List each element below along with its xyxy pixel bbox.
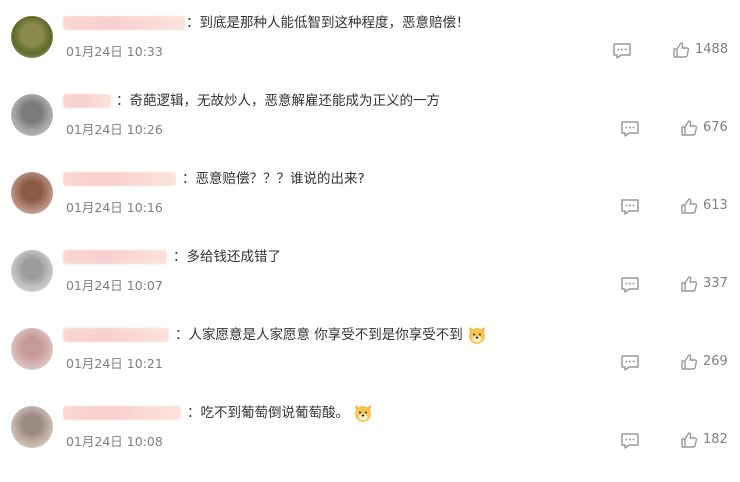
- like-count: 182: [703, 432, 728, 447]
- like-count: 676: [703, 120, 728, 135]
- like-button[interactable]: 676: [680, 119, 728, 137]
- username-redacted[interactable]: [63, 94, 111, 108]
- username-redacted[interactable]: [63, 172, 176, 186]
- like-button[interactable]: 613: [680, 197, 728, 215]
- comment-item: ：到底是那种人能低智到这种程度，恶意赔偿！ 01月24日 10:33 1488: [0, 14, 740, 92]
- comment-text: ：多给钱还成错了: [173, 247, 281, 267]
- comment-text: ：奇葩逻辑，无故炒人，恶意解雇还能成为正义的一方: [116, 91, 440, 111]
- comment-body: ：多给钱还成错了: [173, 249, 281, 265]
- comment-time: 01月24日 10:08: [66, 434, 163, 449]
- comment-item: ：恶意赔偿？？？谁说的出来? 01月24日 10:16 613: [0, 170, 740, 248]
- comment-body: ：人家愿意是人家愿意 你享受不到是你享受不到: [175, 327, 463, 343]
- username-redacted[interactable]: [63, 406, 181, 420]
- avatar[interactable]: [11, 250, 53, 292]
- comment-body: ：恶意赔偿？？？谁说的出来?: [182, 171, 365, 187]
- avatar[interactable]: [11, 406, 53, 448]
- comment-bubble-icon[interactable]: [612, 42, 632, 60]
- comment-item: ：人家愿意是人家愿意 你享受不到是你享受不到 01月24日 10:21 269: [0, 326, 740, 404]
- comment-text: ：吃不到葡萄倒说葡萄酸。: [187, 403, 373, 423]
- thumbs-up-icon: [681, 354, 698, 370]
- like-button[interactable]: 269: [680, 353, 728, 371]
- comment-time: 01月24日 10:07: [66, 278, 163, 293]
- thumbs-up-icon: [681, 432, 698, 448]
- comment-bubble-icon[interactable]: [620, 120, 640, 138]
- thumbs-up-icon: [673, 42, 690, 58]
- username-redacted[interactable]: [63, 16, 185, 30]
- like-count: 1488: [695, 42, 729, 57]
- like-count: 269: [703, 354, 728, 369]
- thumbs-up-icon: [681, 276, 698, 292]
- like-button[interactable]: 337: [680, 275, 728, 293]
- comment-time: 01月24日 10:16: [66, 200, 163, 215]
- comment-body: ：吃不到葡萄倒说葡萄酸。: [187, 405, 349, 421]
- comment-item: ：奇葩逻辑，无故炒人，恶意解雇还能成为正义的一方 01月24日 10:26 67…: [0, 92, 740, 170]
- avatar[interactable]: [11, 94, 53, 136]
- comment-bubble-icon[interactable]: [620, 198, 640, 216]
- comment-bubble-icon[interactable]: [620, 354, 640, 372]
- avatar[interactable]: [11, 328, 53, 370]
- comment-body: ：到底是那种人能低智到这种程度，恶意赔偿！: [186, 15, 470, 31]
- like-button[interactable]: 1488: [672, 41, 728, 59]
- like-button[interactable]: 182: [680, 431, 728, 449]
- comment-bubble-icon[interactable]: [620, 276, 640, 294]
- thumbs-up-icon: [681, 120, 698, 136]
- thumbs-up-icon: [681, 198, 698, 214]
- like-count: 337: [703, 276, 728, 291]
- comment-list: ：到底是那种人能低智到这种程度，恶意赔偿！ 01月24日 10:33 1488 …: [0, 0, 740, 468]
- comment-item: ：多给钱还成错了 01月24日 10:07 337: [0, 248, 740, 326]
- comment-text: ：到底是那种人能低智到这种程度，恶意赔偿！: [186, 13, 470, 33]
- comment-item: ：吃不到葡萄倒说葡萄酸。 01月24日 10:08 182: [0, 404, 740, 482]
- comment-body: ：奇葩逻辑，无故炒人，恶意解雇还能成为正义的一方: [116, 93, 440, 109]
- comment-time: 01月24日 10:26: [66, 122, 163, 137]
- comment-text: ：恶意赔偿？？？谁说的出来?: [182, 169, 365, 189]
- dog-face-emoji: [468, 327, 485, 344]
- avatar[interactable]: [11, 172, 53, 214]
- username-redacted[interactable]: [63, 328, 169, 342]
- comment-bubble-icon[interactable]: [620, 432, 640, 450]
- username-redacted[interactable]: [63, 250, 167, 264]
- comment-text: ：人家愿意是人家愿意 你享受不到是你享受不到: [175, 325, 487, 345]
- dog-face-emoji: [355, 405, 371, 422]
- comment-time: 01月24日 10:21: [66, 356, 163, 371]
- like-count: 613: [703, 198, 728, 213]
- comment-time: 01月24日 10:33: [66, 44, 163, 59]
- avatar[interactable]: [11, 16, 53, 58]
